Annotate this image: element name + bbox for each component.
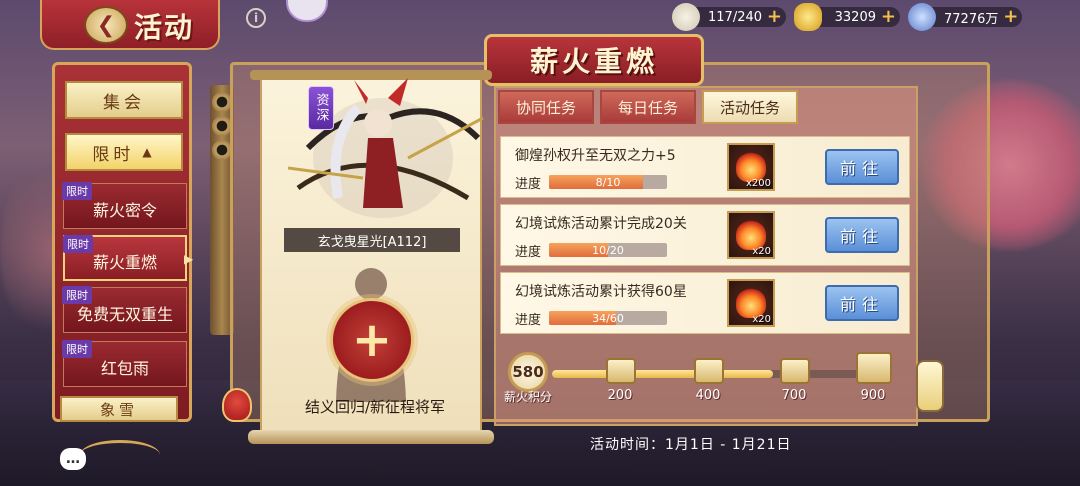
- reward-count: x200: [745, 178, 771, 189]
- coin-ring-decor: [212, 92, 232, 112]
- currency-coin: 77276万 +: [908, 3, 1023, 31]
- limited-tag: 限时: [63, 235, 93, 253]
- sidebar-partial-button[interactable]: 象雪: [60, 396, 178, 422]
- page-title: 活动: [134, 11, 195, 44]
- sidebar-item-secret-order[interactable]: 限时 薪火密令: [62, 182, 187, 229]
- reward-count: x20: [752, 246, 771, 257]
- add-coin-button[interactable]: +: [1003, 8, 1018, 26]
- tab-cooperative[interactable]: 协同任务: [498, 90, 594, 124]
- task-row: 幻境试炼活动累计完成20关 进度 10/20 x20 前往: [500, 204, 910, 266]
- progress-label: 进度: [515, 245, 542, 260]
- scroll-rod-bottom: [248, 430, 494, 444]
- task-title: 御煌孙权升至无双之力+5: [515, 148, 676, 164]
- reward-item[interactable]: x20: [727, 279, 775, 327]
- limited-tag: 限时: [62, 182, 92, 200]
- progress-text: 10/20: [592, 243, 624, 257]
- plus-icon: +: [351, 312, 393, 368]
- points-track-fill: [552, 370, 773, 378]
- progress-bar: 10/20: [549, 243, 667, 257]
- currency-value: 33209: [834, 9, 876, 25]
- sidebar-label: 集会: [103, 92, 145, 113]
- go-button[interactable]: 前往: [825, 217, 899, 253]
- limited-tag: 限时: [62, 340, 92, 358]
- sidebar-item-label: 红包雨: [100, 359, 149, 378]
- task-title: 幻境试炼活动累计获得60星: [515, 284, 687, 300]
- progress-bar: 8/10: [549, 175, 667, 189]
- chest-icon[interactable]: [856, 352, 892, 384]
- currency-value: 77276万: [944, 11, 999, 27]
- bun-icon: [672, 3, 700, 31]
- sidebar-item-label: 免费无双重生: [76, 305, 173, 324]
- sidebar-label: 限时: [92, 144, 135, 165]
- tab-activity[interactable]: 活动任务: [702, 90, 798, 124]
- coin-ring-decor: [212, 140, 232, 160]
- sidebar-item-rekindle[interactable]: 限时 薪火重燃: [63, 235, 187, 281]
- coin-icon: [908, 3, 936, 31]
- chat-icon[interactable]: …: [60, 448, 86, 470]
- progress-text: 34/60: [592, 311, 624, 325]
- add-general-button[interactable]: +: [330, 298, 414, 382]
- chest-icon[interactable]: [694, 358, 724, 384]
- milestone-label: 400: [695, 388, 721, 403]
- info-icon[interactable]: i: [246, 8, 266, 28]
- coin-ring-decor: [212, 116, 232, 136]
- lucky-bag-icon[interactable]: [222, 388, 252, 422]
- reward-item[interactable]: x200: [727, 143, 775, 191]
- progress-bar: 34/60: [549, 311, 667, 325]
- character-art[interactable]: [268, 78, 498, 238]
- tab-daily[interactable]: 每日任务: [600, 90, 696, 124]
- sidebar-limited-button[interactable]: 限时 ▲: [65, 133, 183, 171]
- back-button[interactable]: ❮: [84, 6, 128, 44]
- bottom-decor: [80, 440, 160, 470]
- chest-icon[interactable]: [606, 358, 636, 384]
- task-row: 幻境试炼活动累计获得60星 进度 34/60 x20 前往: [500, 272, 910, 334]
- reward-count: x20: [752, 314, 771, 325]
- selected-arrow-icon: ▶: [184, 252, 194, 266]
- sidebar: 集会 限时 ▲ 限时 薪火密令 限时 薪火重燃 限时 免费无双重生 限时 红包雨: [52, 62, 192, 422]
- activity-time: 活动时间：1月1日 - 1月21日: [590, 437, 792, 453]
- panel-title: 薪火重燃: [484, 34, 704, 86]
- progress-label: 进度: [515, 313, 542, 328]
- recruit-label: 结义回归/新征程将军: [304, 398, 446, 416]
- go-button[interactable]: 前往: [825, 285, 899, 321]
- add-gold-button[interactable]: +: [881, 8, 896, 26]
- progress-label: 进度: [515, 177, 542, 192]
- add-stamina-button[interactable]: +: [767, 8, 782, 26]
- points-label: 薪火积分: [504, 390, 553, 404]
- sidebar-label: 象雪: [99, 400, 138, 419]
- task-row: 御煌孙权升至无双之力+5 进度 8/10 x200 前往: [500, 136, 910, 198]
- back-arrow-icon: ❮: [96, 12, 116, 38]
- milestone-label: 200: [607, 388, 633, 403]
- points-value: 580: [508, 352, 548, 392]
- progress-text: 8/10: [595, 175, 621, 189]
- sidebar-item-label: 薪火密令: [92, 201, 157, 220]
- lantern-decor: [916, 360, 944, 412]
- task-title: 幻境试炼活动累计完成20关: [515, 216, 687, 232]
- mascot-icon[interactable]: [286, 0, 328, 22]
- currency-gold: 33209 +: [794, 3, 900, 31]
- gold-ingot-icon: [794, 3, 822, 31]
- rank-badge: 资深: [308, 86, 334, 130]
- reward-item[interactable]: x20: [727, 211, 775, 259]
- milestone-label: 700: [781, 388, 807, 403]
- currency-value: 117/240: [708, 9, 763, 25]
- go-button[interactable]: 前往: [825, 149, 899, 185]
- sidebar-item-free-rebirth[interactable]: 限时 免费无双重生: [62, 286, 187, 333]
- character-name: 玄戈曳星光[A112]: [284, 228, 460, 252]
- chevron-up-icon: ▲: [142, 145, 156, 159]
- limited-tag: 限时: [62, 286, 92, 304]
- sidebar-gather-button[interactable]: 集会: [65, 81, 183, 119]
- currency-stamina: 117/240 +: [672, 3, 787, 31]
- chest-icon[interactable]: [780, 358, 810, 384]
- milestone-label: 900: [860, 388, 886, 403]
- sidebar-item-label: 薪火重燃: [92, 253, 157, 272]
- sidebar-item-red-packet-rain[interactable]: 限时 红包雨: [62, 340, 187, 387]
